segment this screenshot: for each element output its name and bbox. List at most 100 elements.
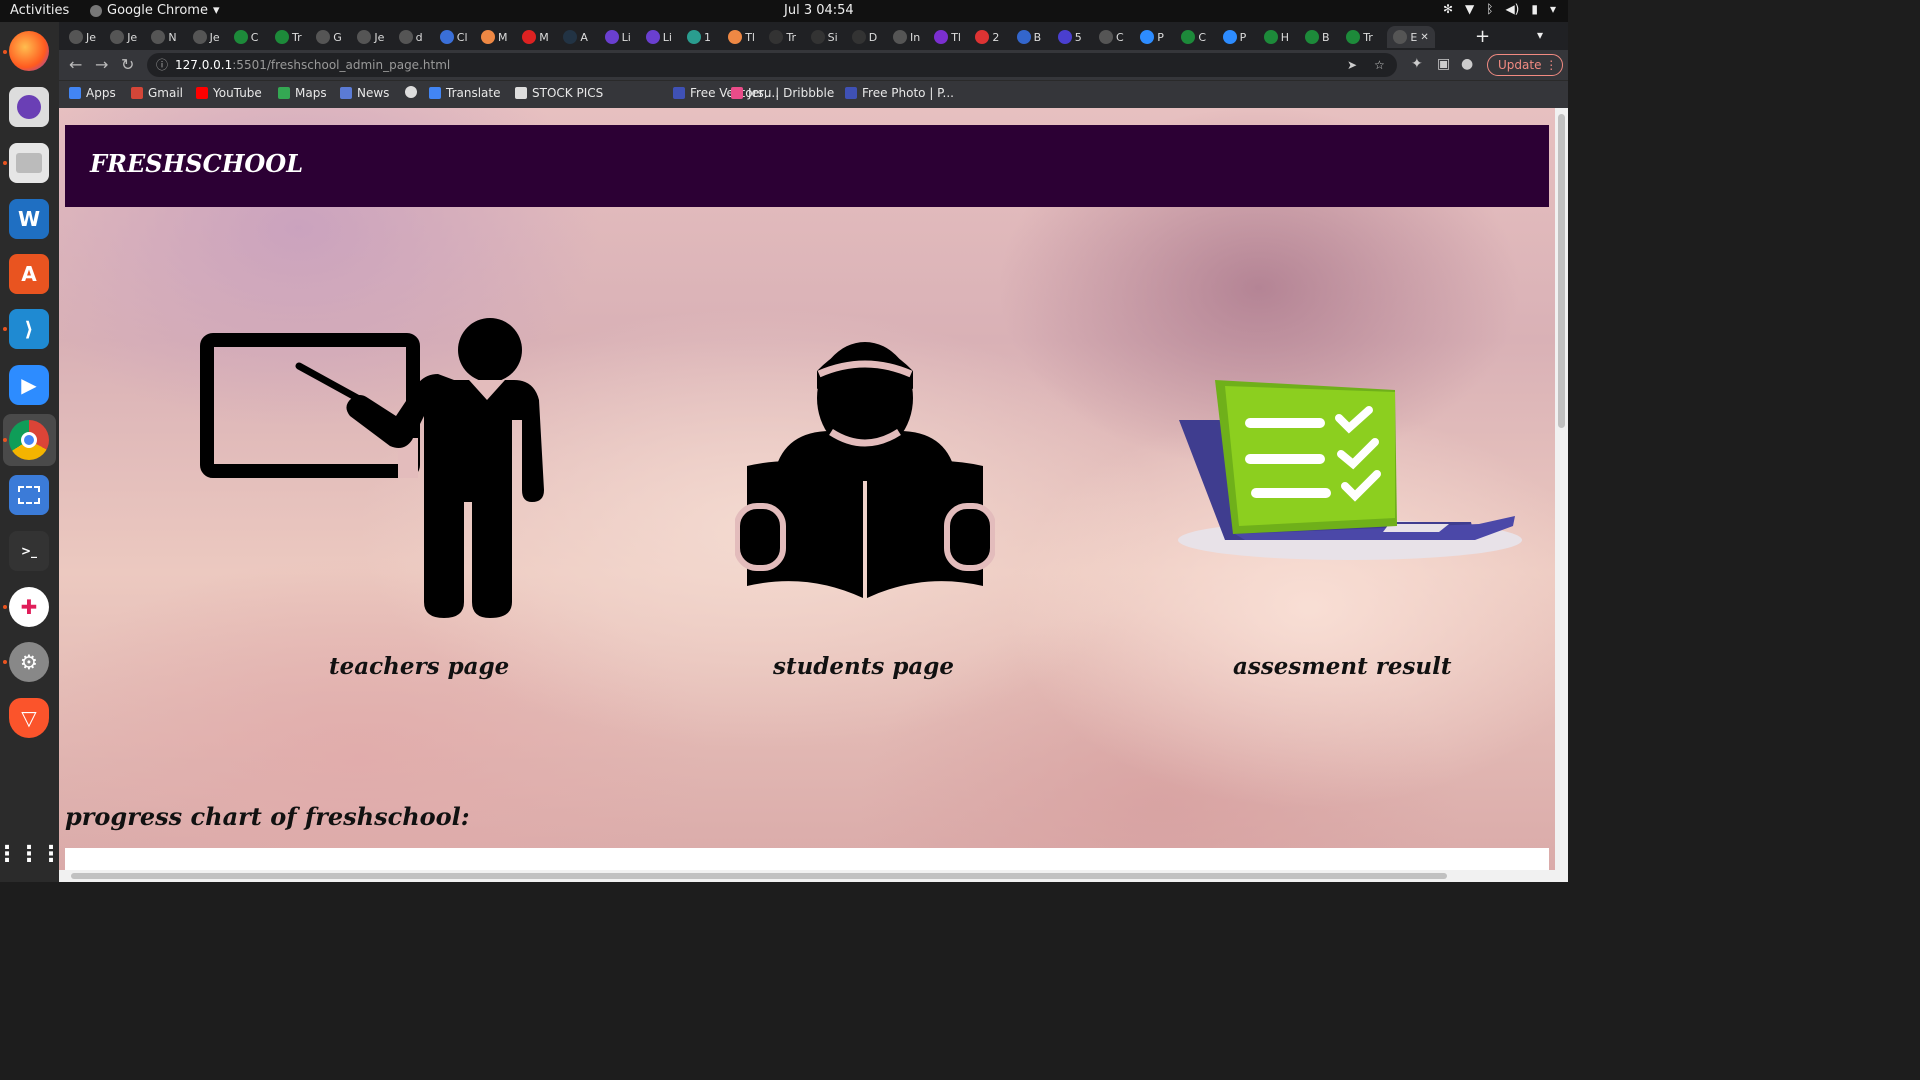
assessment-laptop-icon[interactable] xyxy=(1175,374,1525,564)
battery-icon[interactable]: ▮ xyxy=(1531,2,1538,16)
browser-tab[interactable]: Je xyxy=(69,26,96,48)
slack-icon[interactable]: ✚ xyxy=(9,587,49,627)
vscode-icon[interactable]: ⟩ xyxy=(9,309,49,349)
bookmark-item[interactable]: News xyxy=(340,86,389,100)
terminal-icon[interactable]: >_ xyxy=(9,531,49,571)
bookmark-item[interactable]: STOCK PICS xyxy=(515,86,603,100)
running-indicator xyxy=(3,327,7,331)
bookmark-item[interactable]: Jeru | Dribbble xyxy=(731,86,834,100)
bookmark-favicon-icon xyxy=(69,87,81,99)
bookmark-item[interactable] xyxy=(405,86,422,98)
browser-tab[interactable]: D xyxy=(851,26,877,48)
activities-button[interactable]: Activities xyxy=(10,3,69,18)
tab-search-icon[interactable]: ▾ xyxy=(1537,28,1543,42)
site-header: FRESHSCHOOL xyxy=(65,125,1549,207)
browser-tab[interactable]: Tl xyxy=(728,26,755,48)
back-icon[interactable]: ← xyxy=(69,55,82,74)
browser-tab[interactable]: P xyxy=(1140,26,1164,48)
profile-avatar-icon[interactable]: ● xyxy=(1461,56,1473,72)
browser-tab[interactable]: B xyxy=(1016,26,1041,48)
side-panel-icon[interactable]: ▣ xyxy=(1437,56,1450,72)
browser-tab[interactable]: N xyxy=(151,26,177,48)
new-tab-button[interactable]: + xyxy=(1475,26,1490,47)
forward-icon[interactable]: → xyxy=(95,55,108,74)
bookmark-item[interactable]: Free Photo | P... xyxy=(845,86,954,100)
browser-tab[interactable]: C xyxy=(233,26,259,48)
app-center-icon[interactable]: A xyxy=(9,254,49,294)
bookmark-item[interactable]: Translate xyxy=(429,86,501,100)
browser-tab[interactable]: Tl xyxy=(934,26,961,48)
browser-tab[interactable]: In xyxy=(893,26,920,48)
browser-tab[interactable]: Tr xyxy=(1346,26,1373,48)
site-info-icon[interactable]: ⓘ xyxy=(156,53,168,77)
slack-tray-icon[interactable]: ✻ xyxy=(1443,2,1453,16)
browser-tab[interactable]: H xyxy=(1263,26,1289,48)
wifi-icon[interactable]: ▼ xyxy=(1465,2,1474,16)
power-menu-icon[interactable]: ▾ xyxy=(1550,2,1556,16)
libreoffice-writer-icon[interactable]: W xyxy=(9,199,49,239)
student-icon[interactable] xyxy=(735,336,995,604)
tab-title: Je xyxy=(374,30,385,44)
browser-tab[interactable]: Li xyxy=(604,26,631,48)
show-applications-icon[interactable]: ⋮⋮⋮ xyxy=(0,834,62,874)
browser-tab[interactable]: Cl xyxy=(439,26,468,48)
reload-icon[interactable]: ↻ xyxy=(121,55,134,74)
brave-icon[interactable]: ▽ xyxy=(9,698,49,738)
url-path: :5501/freshschool_admin_page.html xyxy=(232,58,451,72)
vertical-scroll-thumb[interactable] xyxy=(1558,114,1565,428)
site-title[interactable]: FRESHSCHOOL xyxy=(90,149,303,178)
zoom-icon[interactable]: ▶ xyxy=(9,365,49,405)
vertical-scrollbar[interactable] xyxy=(1555,108,1568,882)
browser-tab[interactable]: C xyxy=(1181,26,1206,48)
tab-favicon-icon xyxy=(151,30,166,44)
browser-tab[interactable]: Si xyxy=(810,26,838,48)
bookmark-item[interactable]: Maps xyxy=(278,86,327,100)
clock[interactable]: Jul 3 04:54 xyxy=(784,3,854,18)
address-bar[interactable]: ⓘ 127.0.0.1:5501/freshschool_admin_page.… xyxy=(147,53,1397,77)
teachers-page-link[interactable]: teachers page xyxy=(329,653,509,680)
close-tab-icon[interactable]: ✕ xyxy=(1420,32,1428,43)
update-button[interactable]: Update ⋮ xyxy=(1487,54,1563,76)
browser-tab[interactable]: B xyxy=(1305,26,1330,48)
horizontal-scroll-thumb[interactable] xyxy=(71,873,1447,879)
browser-tab[interactable]: M xyxy=(522,26,549,48)
app-menu[interactable]: Google Chrome ▾ xyxy=(90,3,220,18)
browser-tab[interactable]: E ✕ xyxy=(1387,26,1435,48)
browser-tab[interactable]: Li xyxy=(645,26,672,48)
browser-tab[interactable]: A xyxy=(563,26,588,48)
files-icon[interactable] xyxy=(9,143,49,183)
send-icon[interactable]: ➤ xyxy=(1347,53,1357,77)
screen-recorder-icon[interactable] xyxy=(9,87,49,127)
bookmark-item[interactable]: Gmail xyxy=(131,86,183,100)
assessment-result-link[interactable]: assesment result xyxy=(1233,653,1452,680)
volume-icon[interactable]: ◀) xyxy=(1505,2,1519,16)
screenshot-icon[interactable] xyxy=(9,475,49,515)
bluetooth-icon[interactable]: ᛒ xyxy=(1486,2,1493,16)
browser-tab[interactable]: 1 xyxy=(687,26,711,48)
browser-tab[interactable]: Je xyxy=(357,26,384,48)
browser-tab[interactable]: 2 xyxy=(975,26,999,48)
browser-tab[interactable]: 5 xyxy=(1057,26,1082,48)
extensions-icon[interactable]: ✦ xyxy=(1411,56,1423,72)
browser-tab[interactable]: G xyxy=(316,26,342,48)
chrome-dock-icon[interactable] xyxy=(9,420,49,460)
browser-tab[interactable]: Je xyxy=(192,26,220,48)
settings-icon[interactable]: ⚙ xyxy=(9,642,49,682)
browser-tab[interactable]: P xyxy=(1222,26,1246,48)
browser-tab[interactable]: Tr xyxy=(769,26,796,48)
bookmark-star-icon[interactable]: ☆ xyxy=(1374,53,1385,77)
browser-tab[interactable]: Tr xyxy=(275,26,302,48)
horizontal-scrollbar[interactable] xyxy=(59,870,1555,882)
browser-tab[interactable]: C xyxy=(1099,26,1124,48)
students-page-link[interactable]: students page xyxy=(773,653,954,680)
bookmark-item[interactable]: Apps xyxy=(69,86,116,100)
browser-tab[interactable]: d xyxy=(398,26,423,48)
browser-tab[interactable]: Je xyxy=(110,26,137,48)
tab-title: C xyxy=(250,30,259,44)
bookmark-item[interactable]: YouTube xyxy=(196,86,262,100)
browser-tab[interactable]: M xyxy=(481,26,508,48)
teacher-icon[interactable] xyxy=(199,318,574,618)
system-tray[interactable]: ✻ ▼ ᛒ ◀) ▮ ▾ xyxy=(1443,2,1556,16)
firefox-icon[interactable] xyxy=(9,31,49,71)
tab-favicon-icon xyxy=(1099,30,1113,44)
